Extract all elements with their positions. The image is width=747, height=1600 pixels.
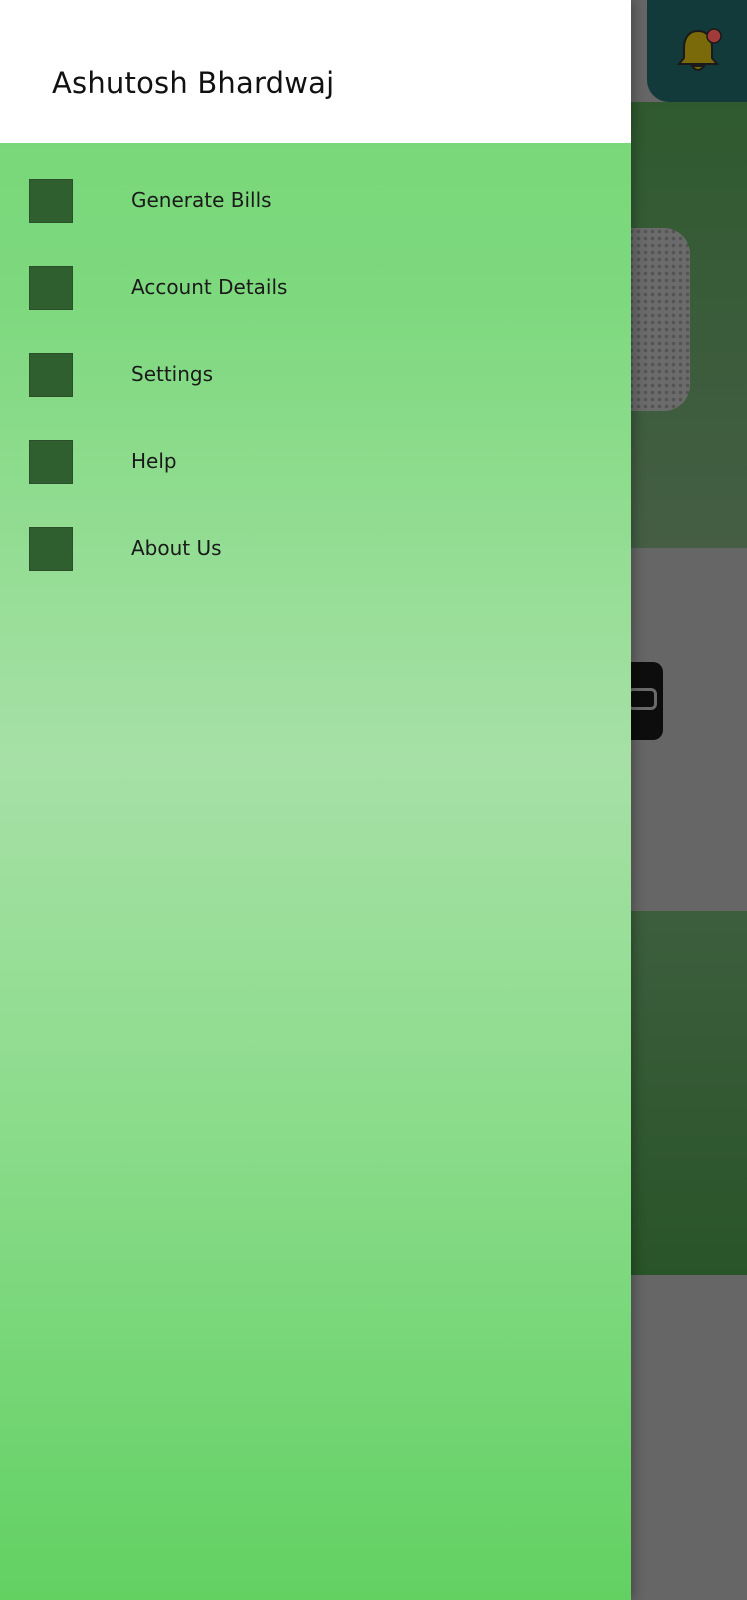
bell-icon [676, 28, 722, 71]
user-name: Ashutosh Bhardwaj [52, 66, 335, 100]
navigation-drawer: Ashutosh Bhardwaj Generate Bills Account… [0, 0, 631, 1600]
menu-item-about-us[interactable]: About Us [0, 491, 631, 578]
menu-item-label: Settings [131, 362, 214, 386]
drawer-header: Ashutosh Bhardwaj [0, 0, 631, 143]
receipt-icon [29, 179, 73, 223]
help-icon [29, 440, 73, 484]
notification-button[interactable] [647, 0, 747, 102]
menu-item-label: About Us [131, 536, 222, 560]
menu-item-generate-bills[interactable]: Generate Bills [0, 143, 631, 230]
settings-icon [29, 353, 73, 397]
menu-item-settings[interactable]: Settings [0, 317, 631, 404]
account-icon [29, 266, 73, 310]
menu-item-label: Account Details [131, 275, 288, 299]
menu-item-label: Generate Bills [131, 188, 272, 212]
menu-item-label: Help [131, 449, 177, 473]
menu-item-help[interactable]: Help [0, 404, 631, 491]
info-icon [29, 527, 73, 571]
menu-item-account-details[interactable]: Account Details [0, 230, 631, 317]
